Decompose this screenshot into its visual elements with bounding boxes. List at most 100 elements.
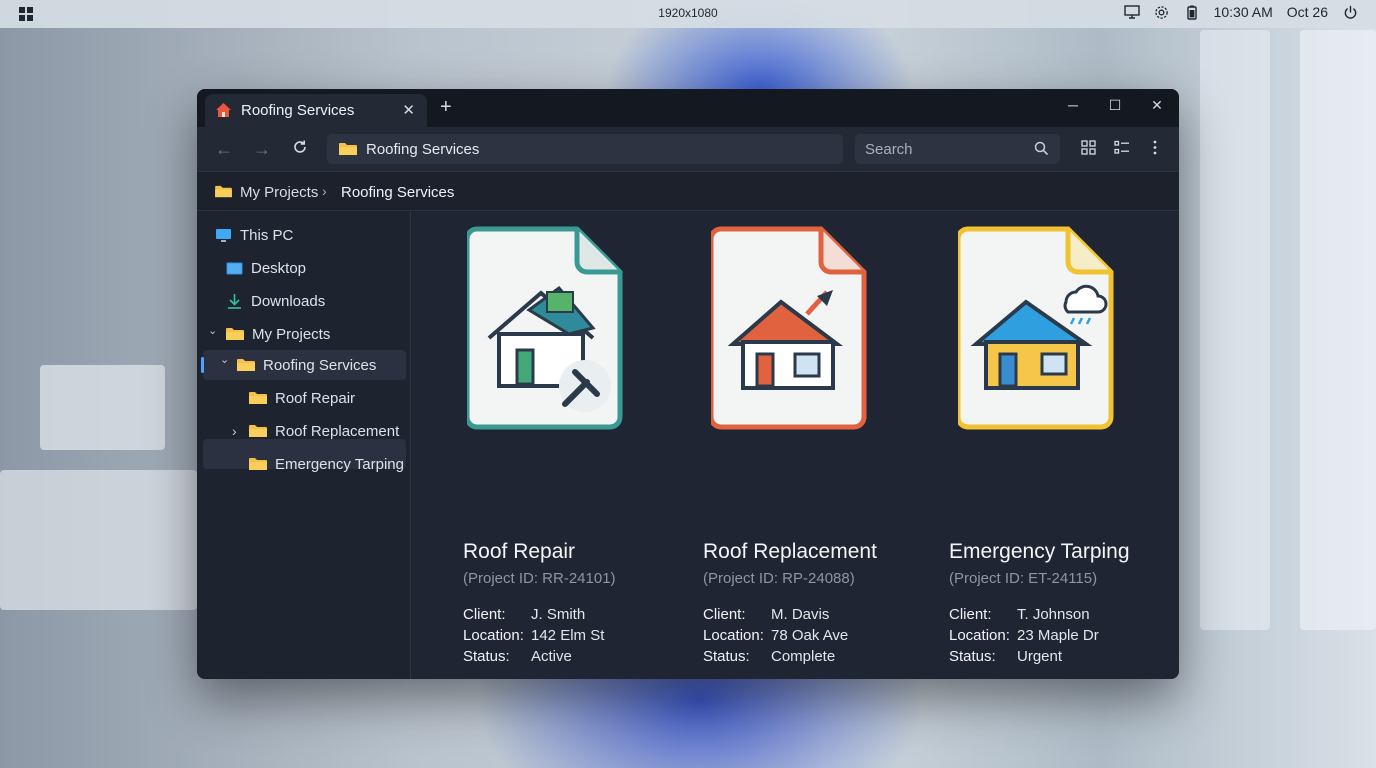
client-value: M. Davis: [771, 606, 830, 623]
content-pane: Roof Repair (Project ID: RR-24101) Clien…: [412, 212, 1179, 679]
breadcrumb-roofing-services[interactable]: Roofing Services: [341, 184, 454, 201]
folder-icon: [226, 328, 244, 340]
client-row: Client: T. Johnson: [949, 606, 1090, 623]
folder-icon: [249, 392, 267, 404]
location-row: Location: 142 Elm St: [463, 627, 604, 644]
sidebar-item-downloads[interactable]: Downloads: [226, 286, 396, 316]
desktop-icon: [226, 262, 243, 274]
sidebar-item-desktop[interactable]: Desktop: [226, 253, 396, 283]
status-value: Urgent: [1017, 648, 1063, 665]
status-label: Status:: [703, 648, 750, 665]
home-icon: [216, 103, 231, 117]
address-text: Roofing Services: [366, 140, 480, 158]
tab-strip: Roofing Services ✕ + ─ ☐ ✕: [197, 89, 1179, 127]
status-label: Status:: [463, 648, 510, 665]
tab-close-icon[interactable]: ✕: [402, 101, 415, 119]
search-box[interactable]: [855, 134, 1060, 164]
location-label: Location:: [949, 627, 1010, 644]
location-value: 78 Oak Ave: [771, 627, 849, 644]
chevron-down-icon[interactable]: ⌄: [220, 353, 229, 366]
project-id: (Project ID: RP-24088): [703, 570, 855, 587]
sidebar-item-emergency-tarping[interactable]: Emergency Tarping: [249, 449, 407, 479]
list-view-icon[interactable]: [1114, 140, 1130, 155]
sidebar-item-roof-repair[interactable]: Roof Repair: [249, 383, 404, 413]
roof-replacement-file-icon: [711, 226, 867, 430]
roof-repair-file-icon: [467, 226, 623, 430]
status-row: Status: Complete: [703, 648, 835, 665]
back-button[interactable]: ←: [213, 138, 235, 160]
file-card-roof-replacement[interactable]: Roof Replacement (Project ID: RP-24088) …: [703, 212, 943, 665]
download-icon: [228, 293, 241, 309]
minimize-button[interactable]: ─: [1063, 97, 1083, 113]
sidebar-item-roofing-services[interactable]: ⌄ Roofing Services: [201, 350, 406, 380]
status-label: Status:: [949, 648, 996, 665]
display-icon[interactable]: [1123, 4, 1140, 20]
tab-title: Roofing Services: [241, 102, 355, 119]
clock-date[interactable]: Oct 26: [1287, 4, 1328, 20]
location-value: 23 Maple Dr: [1017, 627, 1099, 644]
file-card-roof-repair[interactable]: Roof Repair (Project ID: RR-24101) Clien…: [463, 212, 703, 665]
search-icon[interactable]: [1034, 141, 1049, 156]
chevron-down-icon[interactable]: ⌄: [208, 324, 217, 337]
sidebar-item-roof-replacement[interactable]: Roof Replacement: [249, 416, 404, 446]
client-label: Client:: [949, 606, 992, 623]
grid-view-icon[interactable]: [1081, 140, 1096, 155]
folder-icon: [249, 458, 267, 470]
background-monitor: [40, 365, 165, 450]
project-id: (Project ID: ET-24115): [949, 570, 1098, 587]
sidebar-item-label: Emergency Tarping: [275, 455, 404, 473]
file-card-emergency-tarping[interactable]: Emergency Tarping (Project ID: ET-24115)…: [949, 212, 1179, 665]
file-name: Roof Replacement: [703, 540, 877, 563]
sidebar-item-label: This PC: [240, 226, 294, 244]
folder-icon: [215, 185, 232, 198]
toolbar: ← → Roofing Services: [197, 127, 1179, 171]
more-options-icon[interactable]: [1152, 140, 1158, 155]
background-desk: [0, 470, 197, 610]
location-value: 142 Elm St: [531, 627, 605, 644]
client-row: Client: M. Davis: [703, 606, 829, 623]
windows-start-icon[interactable]: [19, 7, 33, 21]
sidebar-item-label: My Projects: [252, 325, 331, 343]
forward-button[interactable]: →: [251, 138, 273, 160]
client-label: Client:: [463, 606, 506, 623]
sidebar-item-this-pc[interactable]: This PC: [215, 220, 395, 250]
close-window-button[interactable]: ✕: [1147, 97, 1167, 114]
monitor-icon: [216, 228, 231, 242]
file-name: Emergency Tarping: [949, 540, 1130, 563]
refresh-button[interactable]: [289, 138, 311, 160]
breadcrumb-my-projects[interactable]: My Projects: [240, 184, 318, 201]
background-window-panel: [1200, 30, 1270, 630]
new-tab-button[interactable]: +: [440, 96, 452, 118]
gear-icon[interactable]: [1154, 4, 1170, 20]
refresh-icon: [294, 140, 306, 153]
emergency-tarping-file-icon: [958, 226, 1114, 430]
sidebar-item-label: Desktop: [251, 259, 307, 277]
client-value: T. Johnson: [1017, 606, 1090, 623]
sidebar-item-label: Roof Repair: [275, 389, 356, 407]
address-bar[interactable]: Roofing Services: [327, 134, 843, 164]
status-row: Status: Active: [463, 648, 572, 665]
client-label: Client:: [703, 606, 746, 623]
location-label: Location:: [703, 627, 764, 644]
chevron-right-icon[interactable]: ›: [232, 423, 237, 439]
maximize-button[interactable]: ☐: [1105, 97, 1125, 114]
client-value: J. Smith: [531, 606, 586, 623]
clock-time[interactable]: 10:30 AM: [1214, 4, 1273, 20]
status-value: Active: [531, 648, 572, 665]
location-label: Location:: [463, 627, 524, 644]
status-value: Complete: [771, 648, 836, 665]
folder-icon: [249, 425, 267, 437]
folder-icon: [339, 143, 357, 155]
client-row: Client: J. Smith: [463, 606, 585, 623]
power-icon[interactable]: [1342, 4, 1358, 20]
tab-roofing-services[interactable]: Roofing Services ✕: [205, 94, 427, 127]
breadcrumb: My Projects › Roofing Services: [197, 171, 1179, 211]
sidebar-item-my-projects[interactable]: My Projects: [226, 319, 396, 349]
battery-icon[interactable]: [1184, 4, 1200, 20]
search-input[interactable]: [865, 139, 1025, 159]
background-window-panel: [1300, 30, 1376, 630]
status-row: Status: Urgent: [949, 648, 1062, 665]
file-explorer-window: Roofing Services ✕ + ─ ☐ ✕ ← → Roofing S…: [197, 89, 1179, 679]
sidebar-item-label: Roofing Services: [263, 356, 377, 374]
project-id: (Project ID: RR-24101): [463, 570, 616, 587]
